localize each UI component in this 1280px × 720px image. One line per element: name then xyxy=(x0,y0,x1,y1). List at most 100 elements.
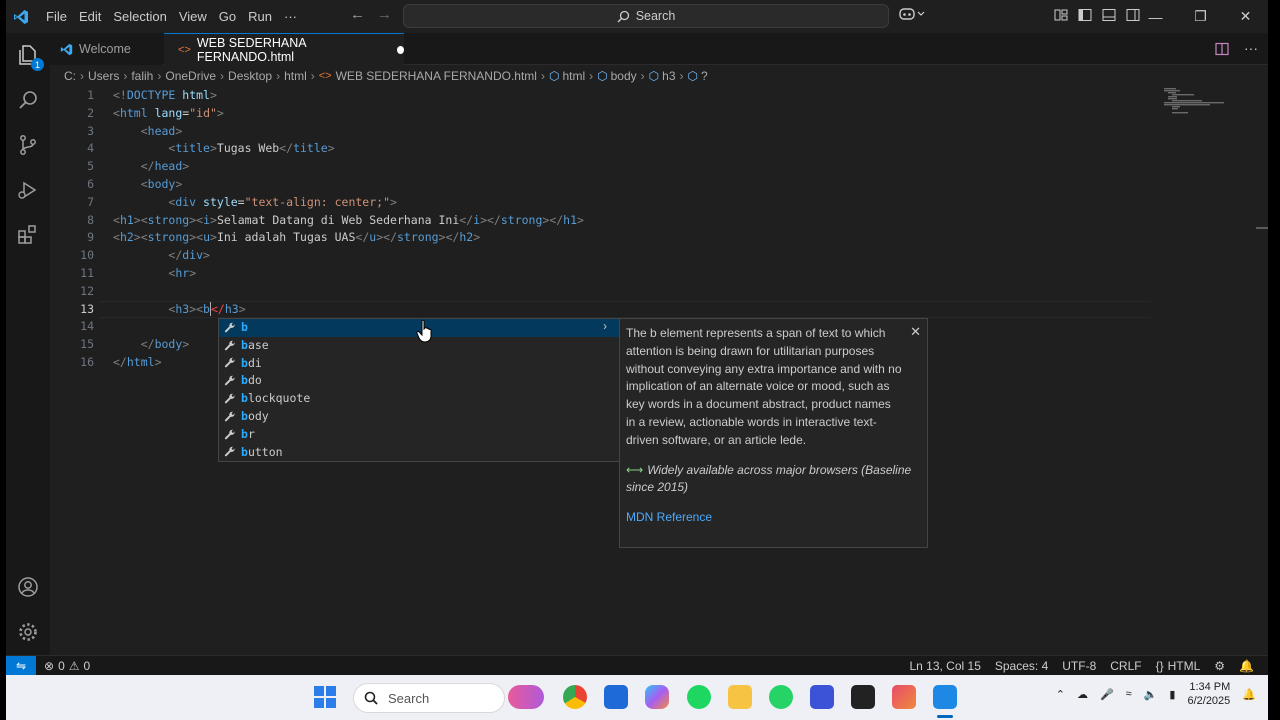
suggestion-label: blockquote xyxy=(241,391,311,406)
menu-file[interactable]: File xyxy=(40,9,73,24)
code-line[interactable]: <h2><strong><u>Ini adalah Tugas UAS</u><… xyxy=(113,229,1193,247)
suggestion-item[interactable]: bdi xyxy=(219,355,619,373)
code-line[interactable]: <hr> xyxy=(113,265,1193,283)
tab-welcome[interactable]: Welcome xyxy=(50,33,163,65)
menu-more[interactable]: ··· xyxy=(278,9,303,24)
mdn-reference-link[interactable]: MDN Reference xyxy=(626,509,921,527)
search-view-icon[interactable] xyxy=(14,86,42,114)
suggestion-item[interactable]: button xyxy=(219,444,619,462)
more-actions-icon[interactable]: ··· xyxy=(1244,41,1258,60)
wrench-icon xyxy=(223,392,237,406)
status-bar: ⇋ ⊗ 0 ⚠ 0 Ln 13, Col 15 Spaces: 4 UTF-8 CR… xyxy=(6,655,1268,676)
breadcrumb-onedrive[interactable]: OneDrive xyxy=(165,69,216,83)
language-mode[interactable]: {} HTML xyxy=(1156,659,1201,673)
notifications-bell-icon[interactable]: 🔔 xyxy=(1239,659,1254,673)
settings-gear-icon[interactable] xyxy=(14,618,42,646)
extensions-icon[interactable] xyxy=(14,221,42,249)
chrome-icon[interactable] xyxy=(563,685,587,709)
code-line[interactable]: </div> xyxy=(113,247,1193,265)
menu-go[interactable]: Go xyxy=(213,9,242,24)
taskbar-clock[interactable]: 1:34 PM 6/2/2025 xyxy=(1187,680,1230,708)
code-line[interactable]: <!DOCTYPE html> xyxy=(113,87,1193,105)
code-line[interactable]: <body> xyxy=(113,176,1193,194)
whatsapp-icon[interactable] xyxy=(769,685,793,709)
menu-view[interactable]: View xyxy=(173,9,213,24)
breadcrumb-users[interactable]: Users xyxy=(88,69,119,83)
breadcrumb-drive[interactable]: C: xyxy=(64,69,76,83)
code-line[interactable]: <html lang="id"> xyxy=(113,105,1193,123)
breadcrumb-html-folder[interactable]: html xyxy=(284,69,307,83)
suggestion-label: bdi xyxy=(241,355,262,370)
forward-arrow-icon[interactable]: → xyxy=(377,6,392,23)
tab-web-sederhana[interactable]: <> WEB SEDERHANA FERNANDO.html xyxy=(164,33,404,65)
code-line[interactable]: </head> xyxy=(113,158,1193,176)
suggestion-label: base xyxy=(241,337,269,352)
breadcrumb-user[interactable]: falih xyxy=(131,69,153,83)
suggestion-item[interactable]: body xyxy=(219,408,619,426)
code-line[interactable] xyxy=(113,283,1193,301)
source-control-icon[interactable] xyxy=(14,131,42,159)
minimap[interactable] xyxy=(1164,87,1226,115)
end-of-line[interactable]: CRLF xyxy=(1110,659,1141,673)
read-more-chevron-icon[interactable]: › xyxy=(603,319,607,337)
code-line[interactable]: <h1><strong><i>Selamat Datang di Web Sed… xyxy=(113,212,1193,230)
toggle-panel-icon[interactable] xyxy=(1101,7,1117,23)
copilot-app-icon[interactable] xyxy=(645,685,669,709)
minimize-icon[interactable]: — xyxy=(1133,0,1178,33)
scrollbar-marker[interactable] xyxy=(1256,227,1268,229)
customize-layout-icon[interactable] xyxy=(1053,7,1069,23)
battery-icon[interactable]: ▮ xyxy=(1169,688,1175,701)
breadcrumb-html-element[interactable]: html xyxy=(562,69,585,83)
terminal-app-icon[interactable] xyxy=(810,685,834,709)
split-editor-icon[interactable] xyxy=(1214,41,1230,60)
copilot-icon[interactable] xyxy=(899,6,925,25)
cursor-position[interactable]: Ln 13, Col 15 xyxy=(909,659,980,673)
copilot-status-icon[interactable]: ⚙ xyxy=(1214,659,1225,673)
menu-selection[interactable]: Selection xyxy=(107,9,172,24)
code-line[interactable]: <div style="text-align: center;"> xyxy=(113,194,1193,212)
breadcrumb-unknown-element[interactable]: ? xyxy=(701,69,708,83)
command-center-search[interactable]: Search xyxy=(403,4,889,28)
code-line[interactable]: <h3><b</h3> xyxy=(113,301,1193,319)
widget-flower-icon[interactable] xyxy=(508,685,544,709)
explorer-icon[interactable]: 1 xyxy=(14,41,44,71)
restore-icon[interactable]: ❐ xyxy=(1178,0,1223,33)
volume-icon[interactable]: 🔈 xyxy=(1144,688,1158,701)
breadcrumb-h3-element[interactable]: h3 xyxy=(662,69,675,83)
problems-indicator[interactable]: ⊗ 0 ⚠ 0 xyxy=(44,659,90,673)
suggestion-item[interactable]: bdo xyxy=(219,372,619,390)
file-explorer-icon[interactable] xyxy=(728,685,752,709)
tray-overflow-icon[interactable]: ⌃ xyxy=(1056,688,1065,701)
account-icon[interactable] xyxy=(14,573,42,601)
code-line[interactable]: <head> xyxy=(113,123,1193,141)
close-details-icon[interactable]: ✕ xyxy=(910,323,921,341)
suggestion-item[interactable]: blockquote xyxy=(219,390,619,408)
suggestion-item[interactable]: br xyxy=(219,426,619,444)
breadcrumb-body-element[interactable]: body xyxy=(611,69,637,83)
notification-center-icon[interactable]: 🔔 xyxy=(1242,688,1256,701)
taskbar-search[interactable]: Search xyxy=(353,683,505,713)
code-line[interactable]: <title>Tugas Web</title> xyxy=(113,140,1193,158)
snipping-tool-icon[interactable] xyxy=(892,685,916,709)
windows-start-icon[interactable] xyxy=(314,686,336,711)
toggle-primary-sidebar-icon[interactable] xyxy=(1077,7,1093,23)
run-debug-icon[interactable] xyxy=(14,176,42,204)
menu-edit[interactable]: Edit xyxy=(73,9,107,24)
microsoft-store-icon[interactable] xyxy=(604,685,628,709)
microphone-icon[interactable]: 🎤 xyxy=(1100,688,1114,701)
encoding[interactable]: UTF-8 xyxy=(1062,659,1096,673)
unsaved-dot-icon[interactable] xyxy=(396,45,404,54)
vscode-taskbar-icon[interactable] xyxy=(933,685,957,709)
line-number: 6 xyxy=(87,176,94,191)
wifi-icon[interactable]: ≈ xyxy=(1126,688,1132,700)
network-activity-icon[interactable]: ☁ xyxy=(1077,688,1088,701)
indentation[interactable]: Spaces: 4 xyxy=(995,659,1048,673)
breadcrumb-desktop[interactable]: Desktop xyxy=(228,69,272,83)
spotify-icon[interactable] xyxy=(687,685,711,709)
menu-run[interactable]: Run xyxy=(242,9,278,24)
back-arrow-icon[interactable]: ← xyxy=(350,6,365,23)
close-window-icon[interactable]: ✕ xyxy=(1223,0,1268,33)
epic-games-icon[interactable] xyxy=(851,685,875,709)
remote-indicator-icon[interactable]: ⇋ xyxy=(6,655,36,676)
breadcrumb-file[interactable]: WEB SEDERHANA FERNANDO.html xyxy=(336,69,537,83)
